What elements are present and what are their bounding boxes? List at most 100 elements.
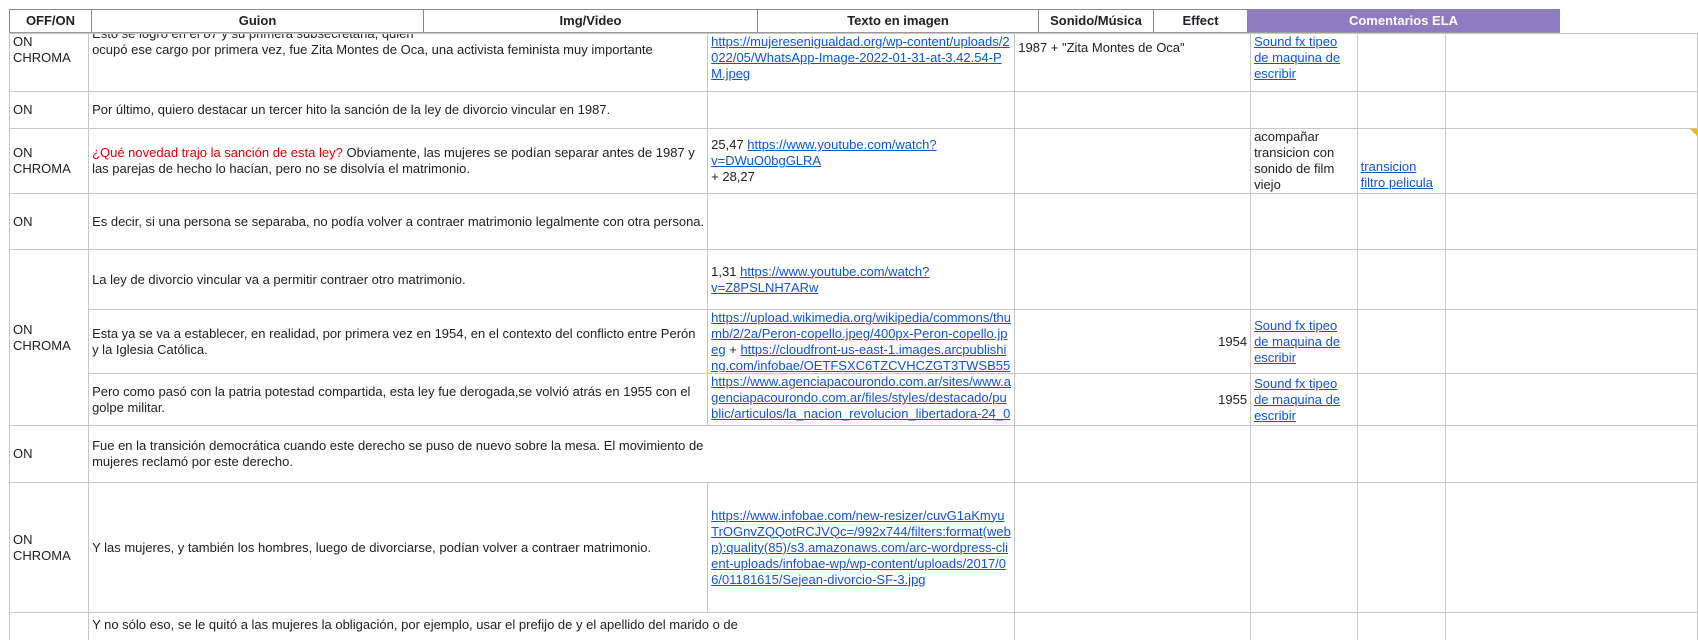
image-link[interactable]: https://www.agenciapacourondo.com.ar/sit… (711, 375, 1011, 425)
cell-effect[interactable] (1356, 193, 1446, 250)
cell-comentarios[interactable] (1444, 482, 1698, 613)
cell-effect[interactable]: transicion filtro pelicula (1356, 128, 1446, 194)
cell-effect[interactable] (1356, 482, 1446, 613)
cell-sonido[interactable] (1250, 91, 1358, 129)
cell-effect[interactable] (1356, 425, 1446, 483)
cell-texto-imagen[interactable] (1014, 425, 1252, 483)
sound-link[interactable]: Sound fx tipeo de maquina de escribir (1254, 35, 1340, 82)
cell-sonido[interactable]: Sound fx tipeo de maquina de escribir (1250, 373, 1358, 426)
cell-comentarios[interactable] (1444, 425, 1698, 483)
table-row: ON CHROMA Esto se logró en el 87 y su pr… (8, 33, 1698, 92)
cell-texto-imagen[interactable] (1014, 249, 1252, 310)
cell-comentarios[interactable] (1444, 33, 1698, 92)
cell-comentarios[interactable] (1444, 249, 1698, 310)
cell-sonido[interactable] (1250, 193, 1358, 250)
cell-img-video[interactable]: https://www.agenciapacourondo.com.ar/sit… (707, 373, 1016, 426)
cell-off-on[interactable]: ON CHROMA (8, 482, 90, 613)
cell-sonido[interactable] (1250, 249, 1358, 310)
cell-off-on[interactable]: ON (8, 91, 90, 129)
comment-indicator-icon[interactable] (1690, 129, 1697, 136)
image-link[interactable]: https://mujeresenigualdad.org/wp-content… (711, 35, 1009, 82)
header-comentarios-ela[interactable]: Comentarios ELA (1247, 9, 1560, 34)
cell-text: ON (13, 446, 33, 461)
sound-link[interactable]: Sound fx tipeo de maquina de escribir (1254, 376, 1340, 423)
cell-guion[interactable]: Fue en la transición democrática cuando … (88, 425, 1016, 483)
cell-comentarios[interactable] (1444, 309, 1698, 374)
cell-guion[interactable]: Esta ya se va a establecer, en realidad,… (88, 309, 709, 374)
cell-texto-imagen[interactable] (1014, 193, 1252, 250)
image-link[interactable]: https://www.infobae.com/new-resizer/cuvG… (711, 508, 1011, 587)
cell-comentarios[interactable] (1444, 91, 1698, 129)
cell-img-video[interactable]: 25,47 https://www.youtube.com/watch?v=DW… (707, 128, 1016, 194)
cell-img-video[interactable]: 1,31 https://www.youtube.com/watch?v=Z8P… (707, 249, 1016, 310)
cell-sonido[interactable]: Sound fx tipeo de maquina de escribir (1250, 33, 1358, 92)
cell-guion[interactable]: Y no sólo eso, se le quitó a las mujeres… (88, 612, 1016, 640)
cell-sonido[interactable]: acompañar transicion con sonido de film … (1250, 128, 1358, 194)
cell-img-video[interactable]: https://www.infobae.com/new-resizer/cuvG… (707, 482, 1016, 613)
header-off-on[interactable]: OFF/ON (9, 9, 92, 34)
cell-effect[interactable] (1356, 249, 1446, 310)
cell-off-on[interactable]: ON CHROMA (8, 128, 90, 194)
cell-off-on[interactable]: ON (8, 425, 90, 483)
cell-text: Esta ya se va a establecer, en realidad,… (92, 325, 696, 357)
cell-effect[interactable] (1356, 309, 1446, 374)
cell-texto-imagen[interactable] (1014, 91, 1252, 129)
cell-guion[interactable]: Pero como pasó con la patria potestad co… (88, 373, 709, 426)
image-link[interactable]: https://cloudfront-us-east-1.images.arcp… (711, 342, 1010, 372)
cell-guion[interactable]: Esto se logró en el 87 y su primera subs… (88, 33, 709, 92)
video-link[interactable]: https://www.youtube.com/watch?v=Z8PSLNH7… (711, 264, 929, 295)
header-img-video[interactable]: Img/Video (423, 9, 758, 34)
cell-text: 1955 (1218, 391, 1248, 407)
cell-comentarios[interactable] (1444, 128, 1698, 194)
cell-texto-imagen[interactable]: 1987 + "Zita Montes de Oca" (1014, 33, 1252, 92)
cell-text: Fue en la transición democrática cuando … (92, 438, 704, 469)
cell-img-video[interactable] (707, 193, 1016, 250)
cell-comentarios[interactable] (1444, 373, 1698, 426)
cell-guion[interactable]: Es decir, si una persona se separaba, no… (88, 193, 709, 250)
cell-off-on[interactable] (8, 612, 90, 640)
header-guion[interactable]: Guion (91, 9, 424, 34)
sound-link[interactable]: Sound fx tipeo de maquina de escribir (1254, 318, 1340, 365)
cell-comentarios[interactable] (1444, 193, 1698, 250)
cell-sonido[interactable]: Sound fx tipeo de maquina de escribir (1250, 309, 1358, 374)
header-effect[interactable]: Effect (1153, 9, 1248, 34)
cell-off-on[interactable]: ON (8, 193, 90, 250)
cell-texto-imagen[interactable]: 1954 (1014, 309, 1252, 374)
effect-link[interactable]: transicion filtro pelicula (1361, 159, 1433, 190)
cell-guion[interactable]: La ley de divorcio vincular va a permiti… (88, 249, 709, 310)
cell-texto-imagen[interactable] (1014, 612, 1252, 640)
cell-text: Y las mujeres, y también los hombres, lu… (92, 539, 652, 555)
cell-off-on[interactable]: ON CHROMA (8, 249, 90, 426)
cell-sonido[interactable] (1250, 482, 1358, 613)
cell-img-video[interactable]: https://mujeresenigualdad.org/wp-content… (707, 33, 1016, 92)
spreadsheet-grid[interactable]: OFF/ON Guion Img/Video Texto en imagen S… (0, 0, 1698, 640)
cell-texto-imagen[interactable] (1014, 482, 1252, 613)
cell-text: ON CHROMA (13, 34, 71, 66)
cell-effect[interactable] (1356, 373, 1446, 426)
timecode: 1,31 (711, 263, 741, 279)
header-sonido-musica[interactable]: Sonido/Música (1038, 9, 1154, 34)
cell-off-on[interactable]: ON CHROMA (8, 33, 90, 92)
cell-comentarios[interactable] (1444, 612, 1698, 640)
cell-sonido[interactable] (1250, 425, 1358, 483)
cell-effect[interactable] (1356, 91, 1446, 129)
cell-effect[interactable] (1356, 612, 1446, 640)
cell-texto-imagen[interactable]: 1955 (1014, 373, 1252, 426)
cell-text: 1987 + "Zita Montes de Oca" (1018, 40, 1185, 55)
cell-guion[interactable]: Y las mujeres, y también los hombres, lu… (88, 482, 709, 613)
cell-text: ON CHROMA (13, 321, 71, 353)
cell-sonido[interactable] (1250, 612, 1358, 640)
table-row: Esta ya se va a establecer, en realidad,… (10, 309, 1698, 374)
cell-text: ON CHROMA (13, 145, 71, 176)
table-row: ON CHROMA ¿Qué novedad trajo la sanción … (8, 128, 1698, 194)
cell-text: ON (13, 102, 33, 117)
cell-effect[interactable] (1356, 33, 1446, 92)
cell-text: 1954 (1218, 333, 1248, 349)
header-texto-en-imagen[interactable]: Texto en imagen (757, 9, 1039, 34)
cell-img-video[interactable]: https://upload.wikimedia.org/wikipedia/c… (707, 309, 1016, 374)
highlighted-question: ¿Qué novedad trajo la sanción de esta le… (92, 145, 343, 160)
cell-guion[interactable]: Por último, quiero destacar un tercer hi… (88, 91, 709, 129)
cell-texto-imagen[interactable] (1014, 128, 1252, 194)
cell-guion[interactable]: ¿Qué novedad trajo la sanción de esta le… (88, 128, 709, 194)
cell-img-video[interactable] (707, 91, 1016, 129)
